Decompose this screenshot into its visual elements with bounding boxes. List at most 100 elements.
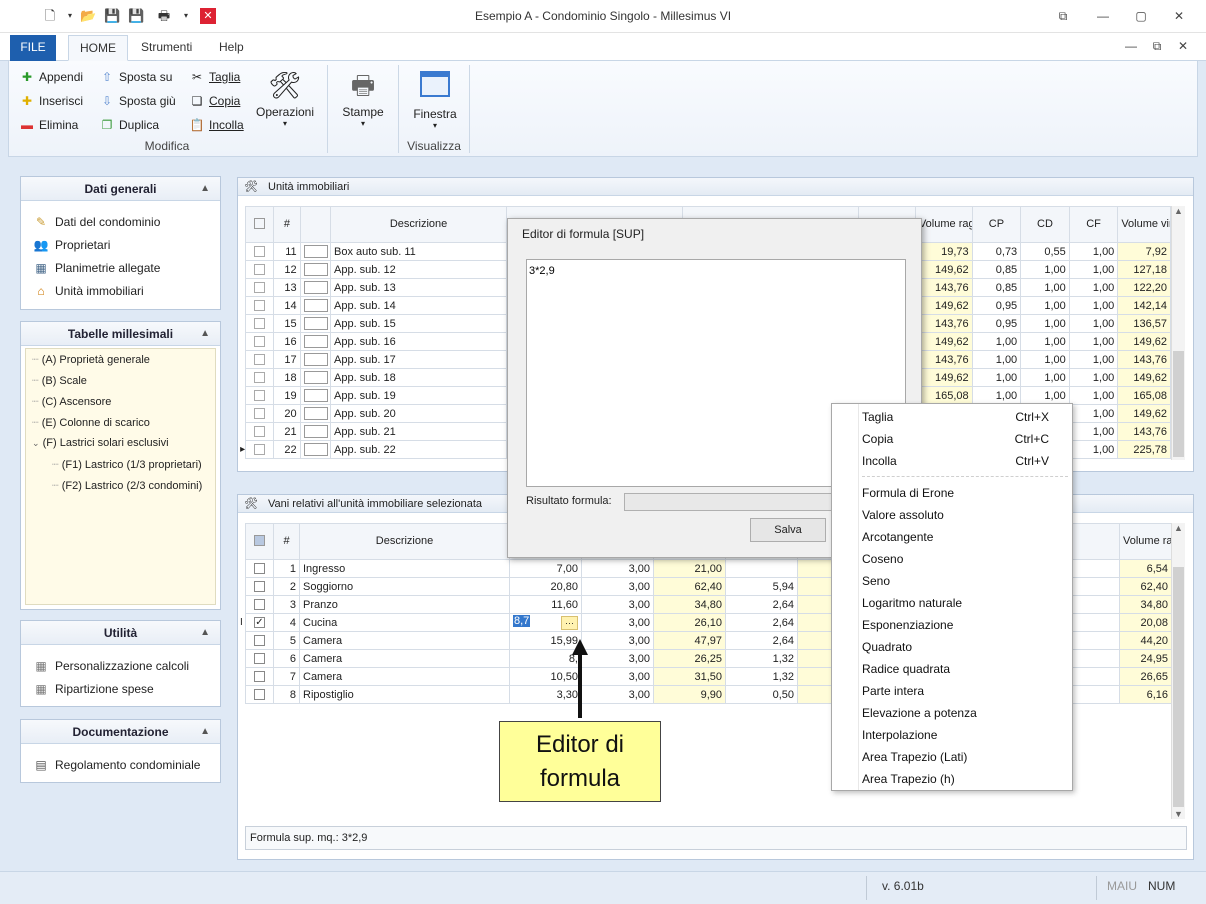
copia-button[interactable]: ❏ Copia (189, 91, 241, 111)
cell[interactable] (1067, 685, 1120, 704)
menu-item-function[interactable]: Elevazione a potenza (862, 702, 1067, 724)
row-number[interactable]: 20 (273, 404, 301, 423)
row-description[interactable]: Camera (299, 667, 510, 686)
cell-volume[interactable]: 62,40 (653, 577, 726, 596)
cell-superficie[interactable]: 15,99 (509, 631, 582, 650)
cell[interactable]: 5,94 (725, 577, 798, 596)
cell-volume-virtuale[interactable]: 143,76 (1117, 350, 1171, 369)
cell-cd[interactable]: 1,00 (1020, 296, 1070, 315)
row-checkbox[interactable] (245, 685, 274, 704)
row-number[interactable]: 14 (273, 296, 301, 315)
minimize-icon[interactable]: — (1092, 7, 1114, 25)
row-number[interactable]: 17 (273, 350, 301, 369)
col-header-descrizione[interactable]: Descrizione (329, 206, 508, 243)
row-number[interactable]: 22 (273, 440, 301, 459)
cell-cd[interactable]: 0,55 (1020, 242, 1070, 261)
menu-item-function[interactable]: Logaritmo naturale (862, 592, 1067, 614)
chevron-up-icon[interactable]: ▲ (200, 177, 210, 201)
col-header-volume-ragg[interactable]: Volume ragg. (1119, 523, 1172, 560)
select-all-checkbox[interactable] (244, 206, 275, 243)
tree-item-f2[interactable]: ┈ (F2) Lastrico (2/3 condomini) (52, 479, 202, 492)
cell-volume[interactable]: 21,00 (653, 559, 726, 578)
row-description[interactable]: App. sub. 19 (329, 386, 508, 405)
cell-volume-ragg[interactable]: 6,16 (1119, 685, 1172, 704)
row-number[interactable]: 16 (273, 332, 301, 351)
tab-strumenti[interactable]: Strumenti (130, 35, 203, 61)
row-checkbox[interactable] (245, 667, 274, 686)
cell[interactable]: 1,32 (725, 649, 798, 668)
row-checkbox[interactable] (244, 404, 275, 423)
scroll-up-icon[interactable]: ▲ (1172, 523, 1185, 533)
cell-cp[interactable]: 0,95 (971, 296, 1022, 315)
chevron-up-icon[interactable]: ▲ (200, 322, 210, 346)
row-description[interactable]: Soggiorno (299, 577, 510, 596)
menu-item-function[interactable]: Parte intera (862, 680, 1067, 702)
col-header-cd[interactable]: CD (1020, 206, 1070, 243)
row-number[interactable]: 1 (273, 559, 300, 578)
cell-superficie[interactable]: 7,00 (509, 559, 582, 578)
cell-volume-ragg[interactable]: 6,54 (1119, 559, 1172, 578)
row-description[interactable]: App. sub. 20 (329, 404, 508, 423)
cell-cd[interactable]: 1,00 (1020, 314, 1070, 333)
collapse-icon[interactable]: ⌄ (32, 438, 40, 448)
color-swatch[interactable] (299, 440, 332, 459)
sposta-su-button[interactable]: ⇧ Sposta su (99, 67, 172, 87)
cell[interactable] (725, 559, 798, 578)
row-description[interactable]: App. sub. 18 (329, 368, 508, 387)
close-icon[interactable]: ✕ (1168, 7, 1190, 25)
row-description[interactable]: Ingresso (299, 559, 510, 578)
cell-volume[interactable]: 47,97 (653, 631, 726, 650)
row-number[interactable]: 3 (273, 595, 300, 614)
rooms-vertical-scrollbar[interactable]: ▲ ▼ (1171, 523, 1185, 819)
cell-volume-virtuale[interactable]: 143,76 (1117, 422, 1171, 441)
cell[interactable] (1067, 577, 1120, 596)
cell-superficie[interactable]: 20,80 (509, 577, 582, 596)
col-header-num[interactable]: # (273, 523, 300, 560)
cell-volume-virtuale[interactable]: 127,18 (1117, 260, 1171, 279)
cell-cf[interactable]: 1,00 (1068, 404, 1119, 423)
panel-header[interactable]: Dati generali ▲ (21, 177, 220, 201)
row-checkbox[interactable] (245, 649, 274, 668)
row-number[interactable]: 11 (273, 242, 301, 261)
cell-cf[interactable]: 1,00 (1068, 278, 1119, 297)
menu-item-function[interactable]: Arcotangente (862, 526, 1067, 548)
tree-item-e[interactable]: ┈ (E) Colonne di scarico (32, 416, 150, 429)
inserisci-button[interactable]: ✚ Inserisci (19, 91, 83, 111)
row-description[interactable]: App. sub. 14 (329, 296, 508, 315)
cell-cp[interactable]: 1,00 (971, 332, 1022, 351)
menu-item-function[interactable]: Radice quadrata (862, 658, 1067, 680)
chevron-up-icon[interactable]: ▲ (200, 621, 210, 645)
cell-altezza[interactable]: 3,00 (581, 685, 654, 704)
cell-cp[interactable]: 0,73 (971, 242, 1022, 261)
sidebar-item-regolamento[interactable]: ▤ Regolamento condominiale (33, 756, 200, 774)
cell-cf[interactable]: 1,00 (1068, 386, 1119, 405)
cell-cp[interactable]: 1,00 (971, 368, 1022, 387)
row-checkbox[interactable] (244, 314, 275, 333)
color-swatch[interactable] (299, 422, 332, 441)
row-number[interactable]: 8 (273, 685, 300, 704)
col-header-hidden[interactable] (1067, 523, 1120, 560)
cell-cf[interactable]: 1,00 (1068, 440, 1119, 459)
ellipsis-button[interactable]: ··· (561, 616, 578, 630)
cell-altezza[interactable]: 3,00 (581, 595, 654, 614)
row-number[interactable]: 19 (273, 386, 301, 405)
cell-volume-ragg[interactable]: 165,08 (914, 386, 973, 405)
row-number[interactable]: 18 (273, 368, 301, 387)
cell-volume-virtuale[interactable]: 149,62 (1117, 368, 1171, 387)
cell-volume[interactable]: 31,50 (653, 667, 726, 686)
tree-item-b[interactable]: ┈ (B) Scale (32, 374, 87, 387)
cell-superficie[interactable]: 8, (509, 649, 582, 668)
cell-cd[interactable]: 1,00 (1020, 278, 1070, 297)
cell-altezza[interactable]: 3,00 (581, 577, 654, 596)
cell-volume-ragg[interactable]: 149,62 (914, 296, 973, 315)
row-checkbox[interactable] (244, 350, 275, 369)
col-header-volume-ragg[interactable]: Volume ragg. (914, 206, 973, 243)
row-description[interactable]: App. sub. 15 (329, 314, 508, 333)
menu-item-function[interactable]: Valore assoluto (862, 504, 1067, 526)
cell[interactable]: 2,64 (725, 631, 798, 650)
row-description[interactable]: App. sub. 21 (329, 422, 508, 441)
cell-volume-virtuale[interactable]: 142,14 (1117, 296, 1171, 315)
menu-item-function[interactable]: Formula di Erone (862, 482, 1067, 504)
cell-cf[interactable]: 1,00 (1068, 422, 1119, 441)
scroll-up-icon[interactable]: ▲ (1172, 206, 1185, 216)
